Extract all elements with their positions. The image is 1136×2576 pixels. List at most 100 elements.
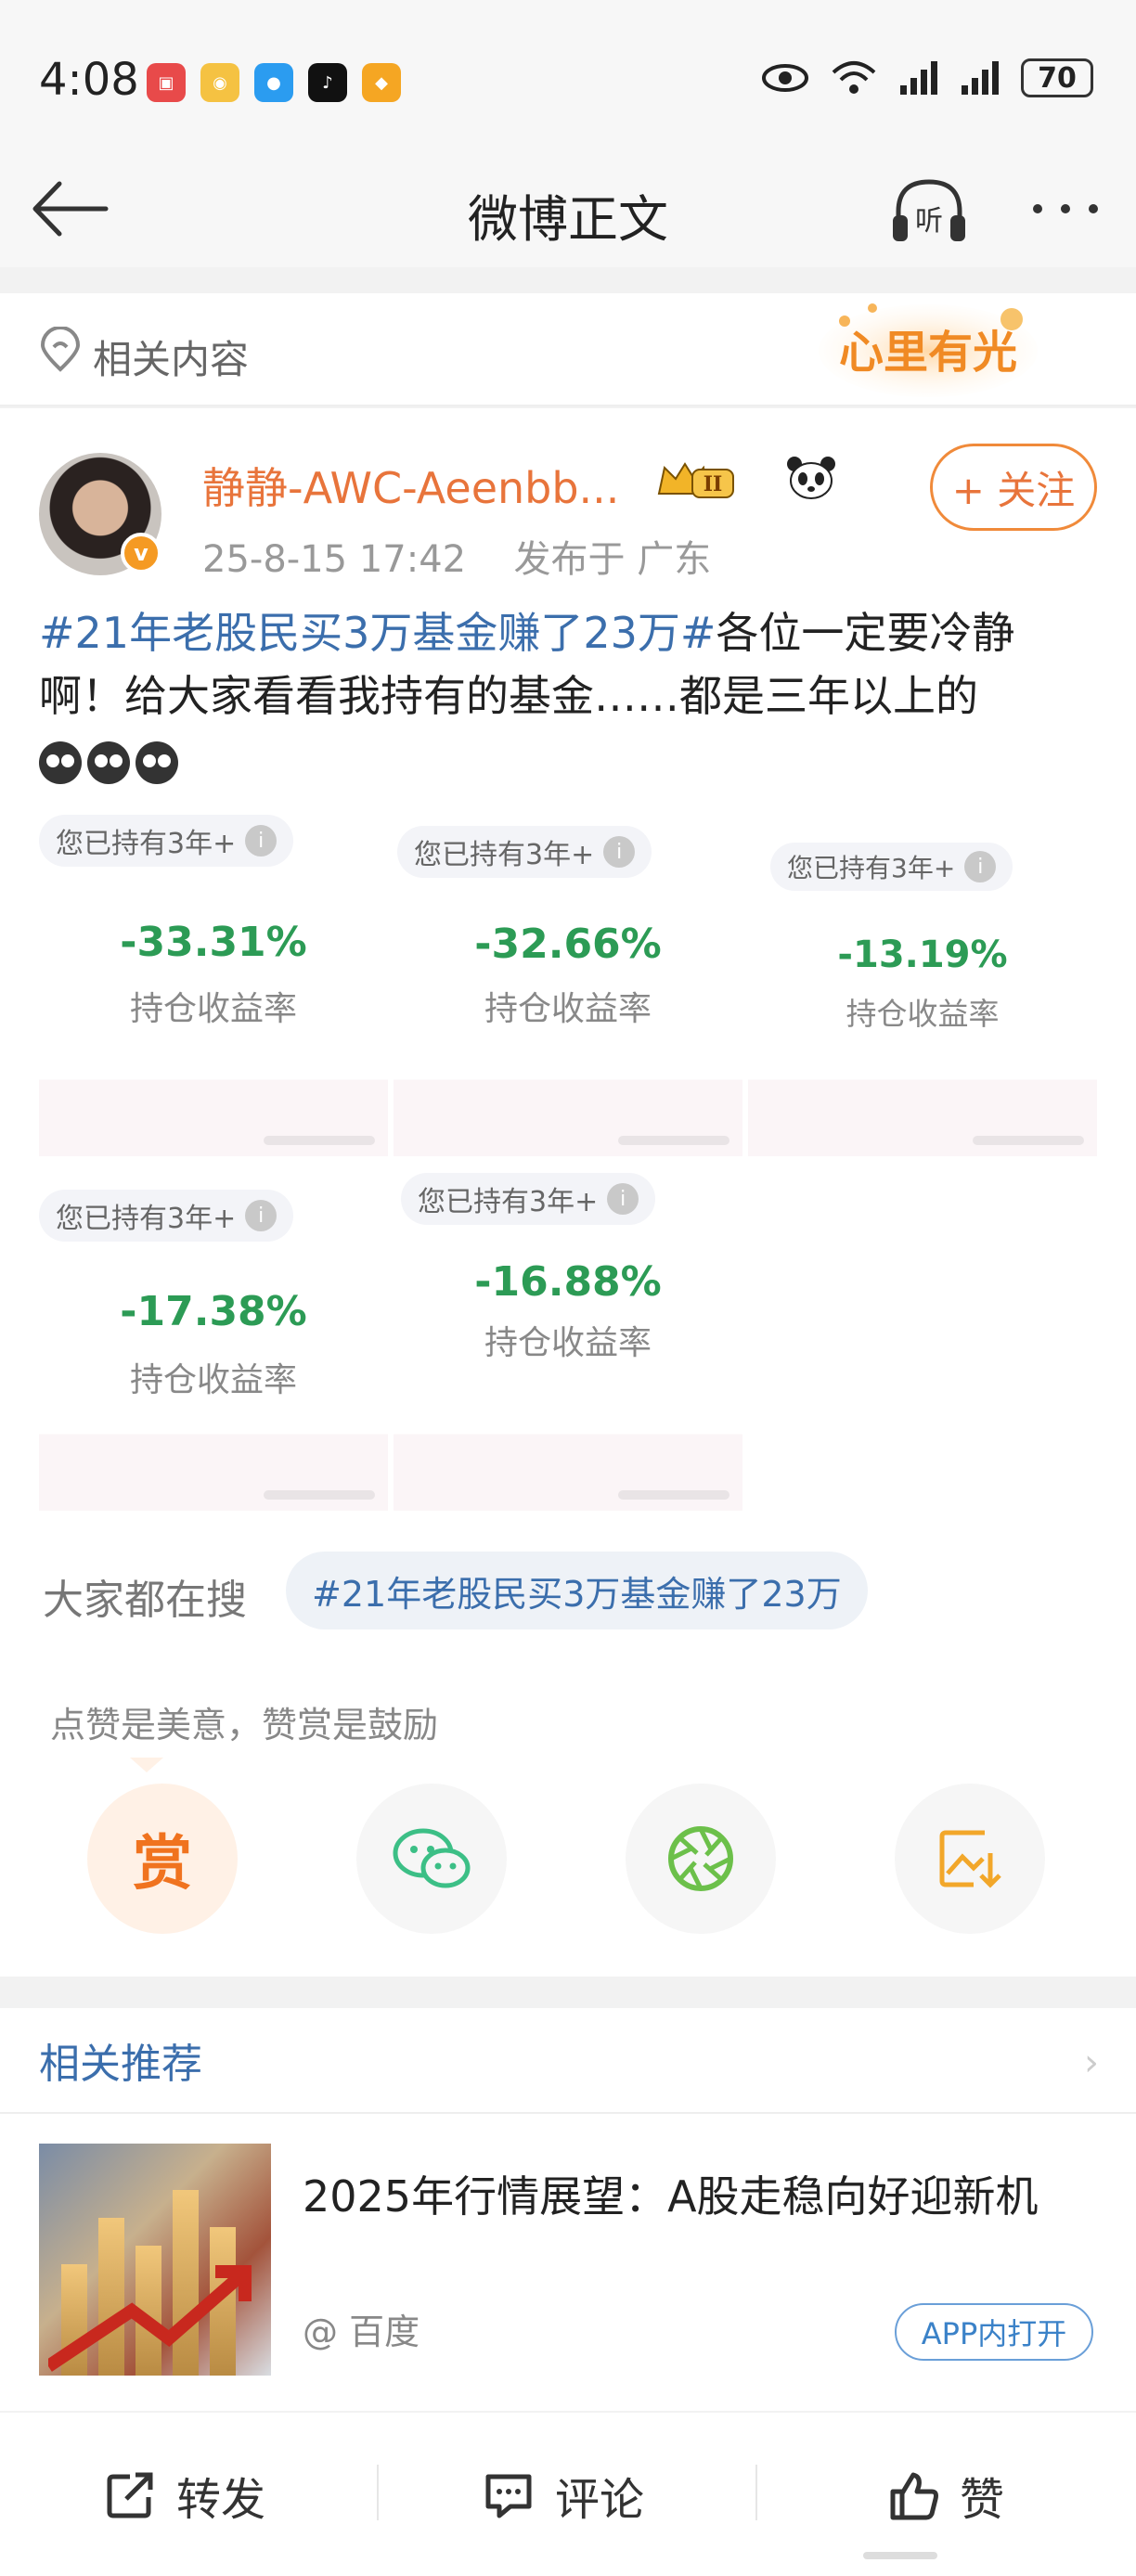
related-content-bar[interactable]: 相关内容 心里有光: [0, 293, 1136, 406]
home-indicator: [863, 2552, 937, 2559]
app-icon: ◆: [362, 63, 401, 102]
comment-icon: [485, 2474, 532, 2518]
post-meta: 25-8-15 17:42 发布于 广东: [202, 529, 711, 583]
follow-button[interactable]: + 关注: [930, 444, 1097, 531]
share-moments-button[interactable]: [626, 1784, 776, 1934]
trending-search-label: 大家都在搜: [43, 1577, 247, 1624]
more-menu-button[interactable]: [1026, 176, 1104, 241]
system-indicators: 70: [761, 58, 1093, 98]
signal-icon: [962, 61, 999, 95]
reward-note: 点赞是美意，赞赏是鼓励: [50, 1705, 439, 1745]
post-location: 发布于 广东: [513, 538, 712, 581]
recommend-title[interactable]: 2025年行情展望：A股走稳向好迎新机: [303, 2168, 1064, 2225]
svg-text:心里有光: 心里有光: [839, 327, 1017, 379]
status-bar: 4:08 ▣ ◉ ● ♪ ◆ 70: [0, 0, 1136, 148]
return-rate: -16.88%: [474, 1258, 662, 1306]
eye-icon: [762, 64, 808, 92]
hold-duration-pill: 您已持有3年+ i: [401, 1173, 656, 1225]
recommend-section: 相关推荐 › 2025年行情展望：A股走稳向好迎新机 @ 百度 APP内打开: [0, 2008, 1136, 2411]
wechat-icon: [393, 1828, 471, 1888]
heart-light-banner[interactable]: 心里有光: [817, 293, 1039, 403]
repost-label: 转发: [176, 2474, 266, 2526]
watermark: [618, 1136, 729, 1145]
crying-emojis: [39, 741, 178, 784]
reward-icon: 赏: [133, 1830, 192, 1899]
post-image-4[interactable]: 您已持有3年+ i -17.38% 持仓收益率: [39, 1162, 388, 1511]
crying-emoji-icon: [136, 741, 178, 784]
post-image-5[interactable]: 您已持有3年+ i -16.88% 持仓收益率: [394, 1162, 742, 1511]
info-icon: i: [245, 825, 278, 857]
battery-indicator: 70: [1021, 58, 1093, 97]
share-wechat-button[interactable]: [356, 1784, 507, 1934]
recommend-thumbnail[interactable]: [39, 2144, 271, 2376]
return-rate-label: 持仓收益率: [484, 990, 652, 1028]
notification-icons: ▣ ◉ ● ♪ ◆: [147, 63, 401, 102]
recommend-header[interactable]: 相关推荐: [39, 2030, 202, 2090]
post-body: #21年老股民买3万基金赚了23万#各位一定要冷静啊！给大家看看我持有的基金………: [39, 601, 1097, 791]
related-content-label: 相关内容: [93, 337, 250, 382]
crying-emoji-icon: [39, 741, 82, 784]
post-card: v 静静-AWC-Aeenbb... II 25-8-15 17:42 发布于 …: [0, 408, 1136, 1977]
return-rate: -17.38%: [120, 1288, 307, 1335]
topic-link[interactable]: #21年老股民买3万基金赚了23万#: [39, 608, 716, 658]
return-rate: -33.31%: [120, 919, 307, 966]
watermark: [973, 1136, 1084, 1145]
reward-button[interactable]: 赏: [87, 1784, 238, 1934]
author-name[interactable]: 静静-AWC-Aeenbb...: [202, 455, 619, 516]
like-button[interactable]: 赞: [887, 2461, 1004, 2530]
clock: 4:08: [39, 54, 139, 106]
post-timestamp: 25-8-15 17:42: [202, 538, 467, 581]
location-pin-icon: [40, 327, 81, 372]
tiktok-icon: ♪: [308, 63, 347, 102]
return-rate: -13.19%: [837, 934, 1008, 976]
return-rate-label: 持仓收益率: [846, 996, 1000, 1032]
post-image-3[interactable]: 您已持有3年+ i -13.19% 持仓收益率: [748, 807, 1097, 1156]
moments-aperture-icon: [668, 1826, 733, 1891]
huawei-store-icon: ▣: [147, 63, 186, 102]
separator: [377, 2465, 379, 2520]
info-icon: i: [245, 1200, 278, 1231]
crown-rank-icon: II: [657, 462, 734, 498]
watermark: [618, 1490, 729, 1500]
headphones-icon: 听: [893, 179, 965, 241]
save-image-icon: [939, 1830, 1001, 1888]
top-nav: 微博正文 听: [0, 148, 1136, 267]
return-rate-label: 持仓收益率: [129, 990, 297, 1028]
return-rate-label: 持仓收益率: [129, 1361, 297, 1399]
more-dots-icon: [1033, 204, 1098, 213]
hold-duration-pill: 您已持有3年+ i: [39, 1190, 294, 1242]
comment-button[interactable]: 评论: [483, 2461, 644, 2530]
crying-emoji-icon: [87, 741, 130, 784]
red-arrow-icon: [48, 2265, 252, 2372]
watermark: [264, 1136, 375, 1145]
watermark: [264, 1490, 375, 1500]
return-rate: -32.66%: [474, 921, 662, 968]
info-icon: i: [964, 851, 997, 882]
thumbs-up-icon: [890, 2472, 938, 2520]
svg-text:听: 听: [915, 205, 943, 238]
post-image-1[interactable]: 您已持有3年+ i -33.31% 持仓收益率: [39, 807, 388, 1156]
repost-icon: [107, 2472, 153, 2518]
panda-icon: [787, 457, 835, 499]
wifi-icon: [832, 61, 876, 94]
save-image-button[interactable]: [895, 1784, 1045, 1934]
recommend-source: @ 百度: [303, 2312, 420, 2352]
divider: [0, 2112, 1136, 2114]
repost-button[interactable]: 转发: [104, 2461, 265, 2530]
listen-button[interactable]: 听: [889, 174, 969, 249]
hold-duration-pill: 您已持有3年+ i: [397, 826, 652, 878]
svg-text:II: II: [704, 472, 723, 496]
chevron-right-icon[interactable]: ›: [1084, 2041, 1099, 2084]
hold-duration-pill: 您已持有3年+ i: [39, 815, 294, 867]
post-image-2[interactable]: 您已持有3年+ i -32.66% 持仓收益率: [394, 807, 742, 1156]
info-icon: i: [607, 1183, 639, 1215]
open-in-app-button[interactable]: APP内打开: [895, 2303, 1093, 2361]
hold-duration-pill: 您已持有3年+ i: [770, 843, 1013, 891]
separator: [755, 2465, 757, 2520]
reward-tip: [130, 1758, 163, 1772]
verified-badge-icon: v: [121, 533, 161, 573]
trending-search-chip[interactable]: #21年老股民买3万基金赚了23万: [286, 1552, 868, 1629]
info-icon: i: [603, 836, 636, 868]
comment-label: 评论: [555, 2474, 645, 2526]
signal-icon: [900, 61, 937, 95]
